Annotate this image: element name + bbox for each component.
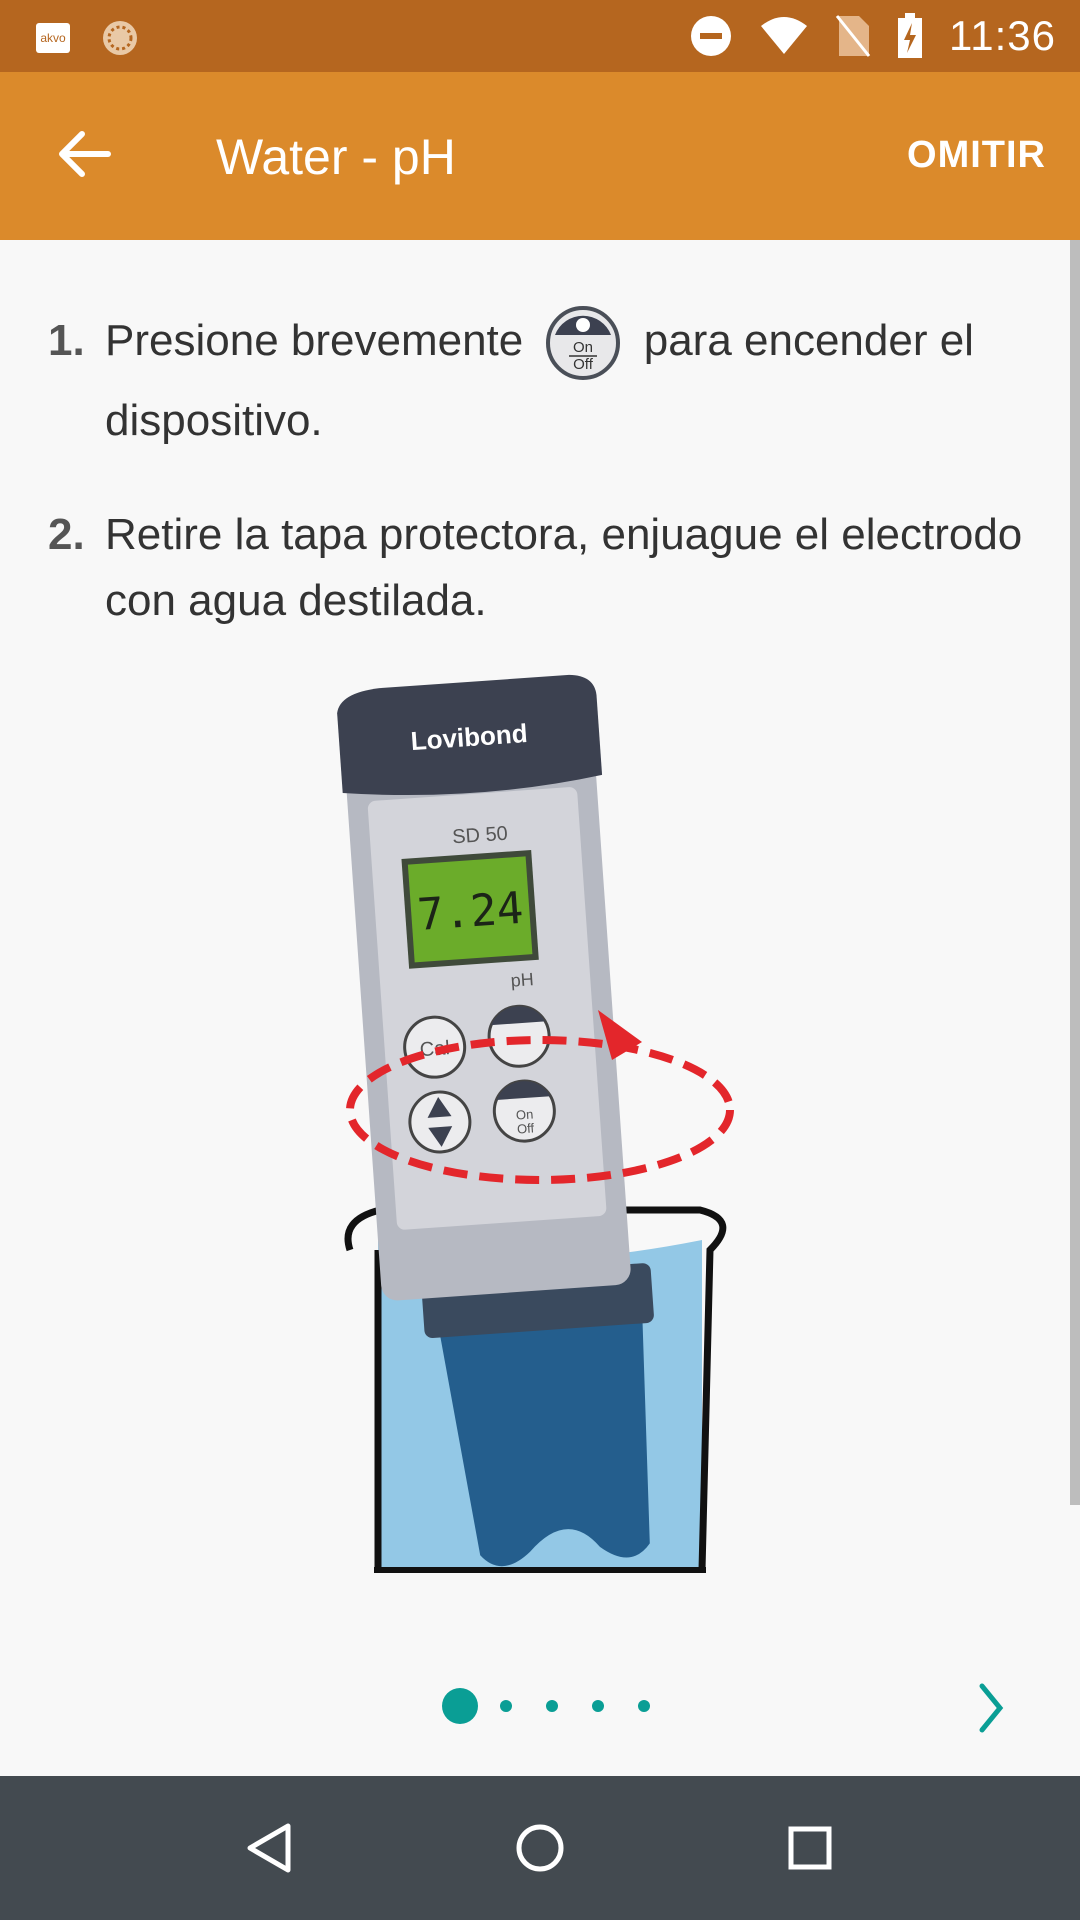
skip-button[interactable]: OMITIR (907, 134, 1046, 177)
step-number: 1. (48, 316, 85, 365)
unit-label: pH (510, 969, 534, 991)
akvo-app-icon: akvo (36, 23, 70, 53)
page-indicator (0, 1670, 1080, 1750)
ph-meter-illustration: Lovibond SD 50 7.24 pH Cal On Off (337, 674, 734, 1573)
battery-charging-icon (898, 13, 922, 58)
step-2: 2. Retire la tapa protectora, enjuague e… (48, 502, 1030, 634)
app-bar: Water - pH OMITIR (0, 72, 1080, 240)
no-sim-icon (835, 15, 871, 57)
status-bar: akvo 11:36 (0, 0, 1080, 72)
circle-home-icon (516, 1824, 564, 1872)
svg-text:On: On (573, 339, 593, 356)
page-dot-3[interactable] (546, 1700, 558, 1712)
do-not-disturb-icon (691, 16, 731, 56)
step-text: Retire la tapa protectora, enjuague el e… (105, 510, 1023, 625)
notification-icons: akvo (36, 18, 140, 58)
step-1: 1. Presione brevemente On Off para encen… (48, 301, 1030, 461)
page-dot-5[interactable] (638, 1700, 650, 1712)
next-page-button[interactable] (970, 1678, 1014, 1738)
nav-home-button[interactable] (504, 1812, 576, 1884)
page-dot-1-active[interactable] (442, 1688, 478, 1724)
step-text: Presione brevemente On Off para encender… (105, 301, 1030, 461)
square-recents-icon (788, 1826, 832, 1870)
clock: 11:36 (949, 12, 1056, 59)
wifi-icon (761, 17, 807, 54)
sync-icon (103, 21, 137, 55)
back-button[interactable] (52, 122, 116, 186)
on-off-button-icon: On Off (546, 306, 621, 381)
chevron-right-icon (979, 1683, 1004, 1733)
step-number: 2. (48, 510, 85, 559)
arrow-back-icon (59, 131, 111, 177)
system-nav-bar (0, 1776, 1080, 1920)
page-title: Water - pH (216, 129, 456, 185)
ph-reading: 7.24 (416, 883, 525, 941)
page-dot-2[interactable] (500, 1700, 512, 1712)
triangle-back-icon (247, 1823, 291, 1873)
nav-back-button[interactable] (234, 1812, 306, 1884)
svg-text:Off: Off (574, 356, 595, 373)
scrollbar[interactable] (1070, 240, 1080, 1505)
page-dot-4[interactable] (592, 1700, 604, 1712)
instructions-content[interactable]: 1. Presione brevemente On Off para encen… (0, 240, 1080, 1775)
nav-recents-button[interactable] (774, 1812, 846, 1884)
model-label: SD 50 (452, 823, 509, 849)
system-icons: 11:36 (689, 10, 1056, 62)
step-text-before: Presione brevemente (105, 316, 524, 365)
off-label: Off (517, 1120, 535, 1136)
